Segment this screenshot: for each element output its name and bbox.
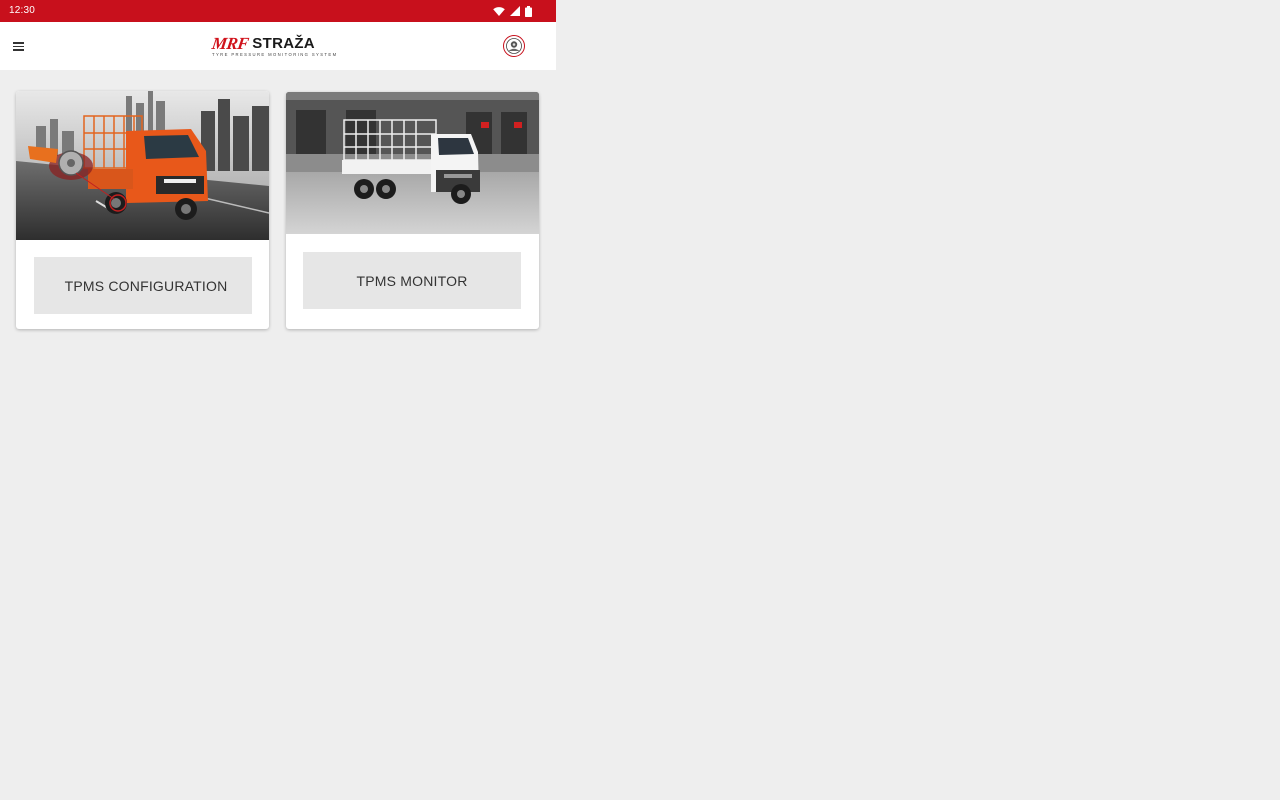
tpms-monitor-card: TPMS MONITOR xyxy=(286,92,539,329)
tpms-configuration-card: TPMS CONFIGURATION xyxy=(16,91,269,329)
orange-truck-with-sensor-photo xyxy=(16,91,269,240)
tpms-configuration-button[interactable]: TPMS CONFIGURATION xyxy=(34,257,252,314)
profile-emblem-icon xyxy=(506,38,522,54)
logo-brand-mark: MRF xyxy=(210,34,250,53)
battery-icon xyxy=(525,5,532,17)
status-bar: 12:30 xyxy=(0,0,556,22)
hamburger-menu-icon[interactable] xyxy=(10,36,28,56)
profile-avatar-icon[interactable] xyxy=(503,35,525,57)
app-logo: MRF STRAŽA TYRE PRESSURE MONITORING SYST… xyxy=(210,34,346,58)
logo-product-name: STRAŽA xyxy=(252,35,315,52)
app-bar: MRF STRAŽA TYRE PRESSURE MONITORING SYST… xyxy=(0,22,556,70)
wifi-icon xyxy=(493,6,505,16)
tpms-monitor-button[interactable]: TPMS MONITOR xyxy=(303,252,521,309)
status-icons xyxy=(493,5,532,17)
status-time: 12:30 xyxy=(9,5,36,16)
logo-wordmark: MRF STRAŽA xyxy=(210,34,315,53)
logo-tagline: TYRE PRESSURE MONITORING SYSTEM xyxy=(212,52,338,57)
white-truck-loading-dock-photo xyxy=(286,92,539,234)
signal-icon xyxy=(510,6,520,16)
